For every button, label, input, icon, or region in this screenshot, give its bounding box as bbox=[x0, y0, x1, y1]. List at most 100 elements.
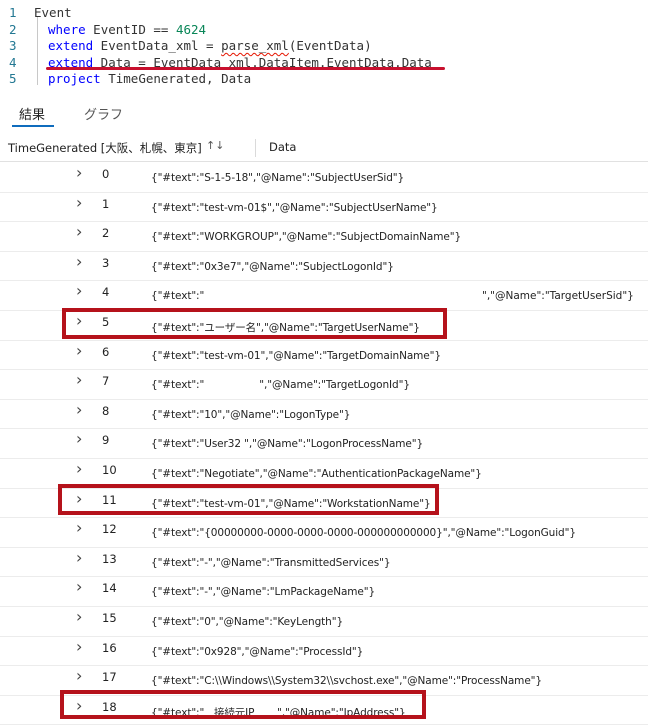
row-index: 12 bbox=[102, 522, 117, 537]
chevron-right-icon[interactable]: › bbox=[76, 222, 82, 241]
line-number: 5 bbox=[9, 71, 17, 87]
chevron-right-icon[interactable]: › bbox=[76, 252, 82, 271]
chevron-right-icon[interactable]: › bbox=[76, 637, 82, 656]
chevron-right-icon[interactable]: › bbox=[76, 400, 82, 419]
row-index: 17 bbox=[102, 670, 117, 685]
line-4-red-underline-annotation bbox=[46, 67, 445, 70]
line-number: 1 bbox=[9, 5, 17, 20]
chevron-right-icon[interactable]: › bbox=[76, 281, 82, 300]
highlight-box-row-11 bbox=[58, 484, 439, 515]
code-text: Event bbox=[34, 4, 72, 21]
line-number: 3 bbox=[9, 38, 17, 54]
table-row[interactable]: › 2 {"#text":"WORKGROUP","@Name":"SubjectD… bbox=[0, 221, 648, 252]
row-index: 13 bbox=[102, 551, 117, 566]
code-text: project TimeGenerated, Data bbox=[48, 70, 251, 87]
code-token: TimeGenerated, Data bbox=[100, 71, 252, 87]
row-data-value: {"#text":"User32 ","@Name":"LogonProcess… bbox=[151, 438, 424, 451]
row-data-value: {"#text":" bbox=[151, 290, 205, 303]
chevron-right-icon[interactable]: › bbox=[76, 370, 82, 389]
table-row[interactable]: › 6 {"#text":"test-vm-01","@Name":"TargetD… bbox=[0, 340, 648, 371]
row-data-value: {"#text":"WORKGROUP","@Name":"SubjectDom… bbox=[151, 231, 462, 244]
table-row[interactable]: › 7 {"#text":" ","@Name":"TargetLogonId"} bbox=[0, 369, 648, 400]
row-data-value: {"#text":"S-1-5-18","@Name":"SubjectUser… bbox=[151, 172, 405, 184]
tab-results[interactable]: 結果 bbox=[19, 104, 45, 123]
code-text: extend EventData_xml = parse_xml(EventDa… bbox=[48, 37, 372, 54]
line-number: 4 bbox=[9, 54, 17, 70]
row-index: 14 bbox=[102, 581, 117, 596]
chevron-right-icon[interactable]: › bbox=[76, 607, 82, 626]
code-line[interactable]: 5 project TimeGenerated, Data bbox=[0, 70, 648, 87]
row-data-value: {"#text":"10","@Name":"LogonType"} bbox=[151, 408, 351, 421]
chevron-right-icon[interactable]: › bbox=[76, 518, 82, 537]
table-row[interactable]: › 1 {"#text":"test-vm-01$","@Name":"Subjec… bbox=[0, 192, 648, 223]
highlight-box-row-18 bbox=[60, 690, 426, 719]
row-index: 6 bbox=[102, 344, 110, 359]
chevron-right-icon[interactable]: › bbox=[76, 163, 82, 182]
table-row[interactable]: › 13 {"#text":"-","@Name":"TransmittedServ… bbox=[0, 547, 648, 578]
query-editor[interactable]: 1 Event 2 where EventID == 4624 3 extend Even… bbox=[0, 0, 648, 90]
code-token: 4624 bbox=[175, 21, 207, 37]
table-row[interactable]: › 12 {"#text":"{00000000-0000-0000-0000-00… bbox=[0, 517, 648, 548]
row-index: 9 bbox=[102, 433, 110, 448]
row-data-value: {"#text":"0","@Name":"KeyLength"} bbox=[151, 616, 344, 628]
chevron-right-icon[interactable]: › bbox=[76, 341, 82, 360]
row-index: 3 bbox=[102, 255, 110, 270]
chevron-right-icon[interactable]: › bbox=[76, 429, 82, 448]
indent-guide bbox=[37, 17, 38, 85]
line-number: 2 bbox=[9, 21, 17, 37]
code-token: where bbox=[48, 21, 86, 37]
row-data-value: {"#text":"-","@Name":"TransmittedService… bbox=[151, 556, 391, 569]
code-line[interactable]: 1 Event bbox=[0, 4, 648, 21]
code-line[interactable]: 2 where EventID == 4624 bbox=[0, 21, 648, 38]
table-row[interactable]: › 3 {"#text":"0x3e7","@Name":"SubjectLogon… bbox=[0, 251, 648, 282]
row-index: 10 bbox=[102, 463, 117, 477]
table-row[interactable]: › 14 {"#text":"-","@Name":"LmPackageName"} bbox=[0, 576, 648, 607]
chevron-right-icon[interactable]: › bbox=[76, 666, 82, 685]
row-data-value: {"#text":"-","@Name":"LmPackageName"} bbox=[151, 586, 376, 599]
row-index: 15 bbox=[102, 611, 117, 625]
sort-icon[interactable]: ↑↓ bbox=[206, 139, 224, 152]
row-index: 2 bbox=[102, 226, 110, 241]
chevron-right-icon[interactable]: › bbox=[76, 577, 82, 596]
code-token: (EventData) bbox=[288, 38, 372, 54]
chevron-right-icon[interactable]: › bbox=[76, 548, 82, 567]
column-divider[interactable] bbox=[255, 139, 256, 157]
row-index: 1 bbox=[102, 196, 110, 211]
row-index: 16 bbox=[102, 640, 117, 655]
row-data-value: {"#text":"test-vm-01","@Name":"TargetDom… bbox=[151, 349, 441, 362]
row-index: 7 bbox=[102, 374, 110, 389]
row-data-value: {"#text":"test-vm-01$","@Name":"SubjectU… bbox=[151, 201, 438, 214]
row-data-value: {"#text":"{00000000-0000-0000-0000-00000… bbox=[151, 527, 576, 540]
highlight-box-row-5 bbox=[62, 308, 447, 339]
code-text: where EventID == 4624 bbox=[48, 21, 206, 38]
tab-graph[interactable]: グラフ bbox=[84, 104, 123, 123]
active-tab-indicator bbox=[12, 125, 54, 127]
table-row[interactable]: › 9 {"#text":"User32 ","@Name":"LogonProce… bbox=[0, 428, 648, 459]
row-data-value: {"#text":"Negotiate","@Name":"Authentica… bbox=[151, 468, 482, 480]
code-line[interactable]: 3 extend EventData_xml = parse_xml(EventD… bbox=[0, 37, 648, 54]
row-data-value: {"#text":"0x3e7","@Name":"SubjectLogonId… bbox=[151, 260, 394, 273]
code-token: EventID == bbox=[85, 21, 176, 37]
table-row[interactable]: › 4 {"#text":" ","@Name":"TargetUserSid"} bbox=[0, 280, 648, 311]
row-data-value: {"#text":"0x928","@Name":"ProcessId"} bbox=[151, 645, 364, 658]
result-tabs: 結果 グラフ bbox=[0, 98, 648, 128]
code-token: EventData_xml = bbox=[93, 38, 222, 54]
row-index: 8 bbox=[102, 403, 110, 418]
code-token: extend bbox=[48, 38, 94, 54]
row-data-value-tail: ","@Name":"TargetUserSid"} bbox=[482, 290, 634, 303]
table-row[interactable]: › 15 {"#text":"0","@Name":"KeyLength"} bbox=[0, 606, 648, 637]
row-index: 0 bbox=[102, 167, 110, 181]
table-row[interactable]: › 0 {"#text":"S-1-5-18","@Name":"SubjectUs… bbox=[0, 162, 648, 193]
code-token: Event bbox=[34, 5, 72, 20]
table-row[interactable]: › 16 {"#text":"0x928","@Name":"ProcessId"} bbox=[0, 636, 648, 667]
chevron-right-icon[interactable]: › bbox=[76, 193, 82, 212]
column-header-time-generated[interactable]: TimeGenerated [大阪、札幌、東京] bbox=[8, 140, 202, 156]
code-token: parse_xml bbox=[221, 38, 289, 54]
code-token: project bbox=[48, 71, 101, 87]
row-data-value: {"#text":" ","@Name":"TargetLogonId"} bbox=[151, 379, 410, 392]
table-row[interactable]: › 8 {"#text":"10","@Name":"LogonType"} bbox=[0, 399, 648, 430]
column-header-data[interactable]: Data bbox=[269, 140, 296, 154]
chevron-right-icon[interactable]: › bbox=[76, 459, 82, 478]
row-data-value: {"#text":"C:\\Windows\\System32\\svchost… bbox=[151, 675, 542, 688]
table-header: TimeGenerated [大阪、札幌、東京] ↑↓ Data bbox=[0, 135, 648, 162]
